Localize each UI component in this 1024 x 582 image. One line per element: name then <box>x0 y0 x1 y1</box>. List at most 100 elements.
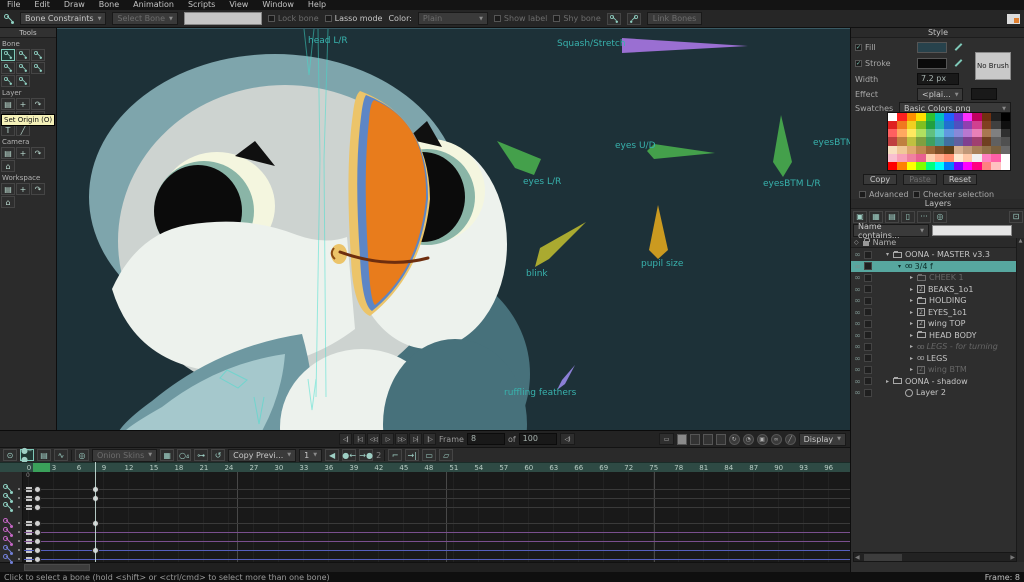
timeline-ruler[interactable]: 0369121518212427303336394245485154576063… <box>0 462 850 472</box>
palette-swatch[interactable] <box>1001 162 1010 170</box>
orbit-workspace-icon[interactable]: ⌂ <box>1 196 15 208</box>
layer-checkbox[interactable] <box>864 377 872 385</box>
current-frame-field[interactable]: 8 <box>467 433 505 445</box>
zoom-workspace-icon[interactable]: + <box>16 183 30 195</box>
keyframe[interactable] <box>34 486 41 493</box>
layer-row[interactable]: ∞▸OONA - shadow <box>851 376 1017 388</box>
advanced-checkbox[interactable]: Advanced <box>859 190 909 199</box>
layer-row[interactable]: ∞▸2wing BTM <box>851 364 1017 376</box>
palette-swatch[interactable] <box>972 113 981 121</box>
timeline-sequencer-tab-icon[interactable]: ▤ <box>37 449 51 461</box>
view-toggle-3[interactable] <box>703 434 713 445</box>
expand-arrow-icon[interactable]: ▸ <box>910 297 917 304</box>
palette-swatch[interactable] <box>916 162 925 170</box>
palette-swatch[interactable] <box>916 154 925 162</box>
layer-checkbox[interactable] <box>864 389 872 397</box>
palette-swatch[interactable] <box>916 146 925 154</box>
timeline-scrollbar[interactable] <box>0 562 850 572</box>
bone-pupil-size[interactable] <box>649 205 668 259</box>
layer-row[interactable]: ∞▾oo3/4 f <box>851 261 1017 273</box>
layer-row[interactable]: ∞▸CHEEK 1 <box>851 272 1017 284</box>
bind-layer-icon[interactable] <box>31 62 45 74</box>
add-bone-icon[interactable] <box>16 75 30 87</box>
menu-scripts[interactable]: Scripts <box>181 0 222 10</box>
palette-swatch[interactable] <box>935 146 944 154</box>
palette-swatch[interactable] <box>935 121 944 129</box>
view-toggle-2[interactable] <box>690 434 700 445</box>
rotate-workspace-icon[interactable]: ↷ <box>31 183 45 195</box>
add-layer-icon[interactable]: + <box>16 98 30 110</box>
palette-swatch[interactable] <box>1001 129 1010 137</box>
select-bone-dropdown[interactable]: Select Bone▼ <box>112 12 177 25</box>
palette-swatch[interactable] <box>972 121 981 129</box>
layer-animated-visibility-icon[interactable]: ∞ <box>851 308 864 317</box>
keyframe[interactable] <box>34 495 41 502</box>
fill-eyedropper-icon[interactable] <box>953 42 963 52</box>
palette-swatch[interactable] <box>963 129 972 137</box>
palette-swatch[interactable] <box>926 113 935 121</box>
stroke-checkbox[interactable]: ✓Stroke <box>855 59 891 68</box>
palette-swatch[interactable] <box>926 146 935 154</box>
bone-eyes-lr[interactable] <box>497 141 541 175</box>
effect-options-button[interactable] <box>971 88 997 100</box>
roll-camera-icon[interactable]: ↷ <box>31 147 45 159</box>
scrollbar-thumb[interactable] <box>24 564 90 571</box>
palette-swatch[interactable] <box>888 162 897 170</box>
copy-previous-dropdown[interactable]: Copy Previ...▼ <box>228 449 296 462</box>
end-frame-field[interactable]: 100 <box>519 433 557 445</box>
checker-selection-checkbox[interactable]: Checker selection <box>913 190 994 199</box>
jump-to-end-button[interactable]: ▷| <box>409 433 422 445</box>
palette-swatch[interactable] <box>897 146 906 154</box>
loop-icon[interactable]: ∞ <box>771 434 782 445</box>
palette-swatch[interactable] <box>897 129 906 137</box>
keyframe-frame0[interactable] <box>26 548 32 553</box>
link-bone-icon[interactable] <box>607 13 621 25</box>
key-icon[interactable]: ⊶ <box>194 449 208 461</box>
palette-swatch[interactable] <box>982 162 991 170</box>
palette-swatch[interactable] <box>991 162 1000 170</box>
copy-style-button[interactable]: Copy <box>863 174 897 185</box>
palette-swatch[interactable] <box>944 137 953 145</box>
palette-swatch[interactable] <box>954 121 963 129</box>
channel-bone-icon[interactable] <box>3 554 13 564</box>
palette-swatch[interactable] <box>944 146 953 154</box>
layer-checkbox[interactable] <box>864 320 872 328</box>
palette-swatch[interactable] <box>982 146 991 154</box>
palette-swatch[interactable] <box>907 129 916 137</box>
expand-arrow-icon[interactable]: ▸ <box>910 343 917 350</box>
bone-tool-icon[interactable] <box>4 14 14 24</box>
layer-checkbox[interactable] <box>864 297 872 305</box>
keyframe-frame0[interactable] <box>26 487 32 492</box>
keyframe-settings-icon[interactable]: ⊙ <box>3 449 17 461</box>
play-button[interactable]: ▷ <box>381 433 394 445</box>
timeline-motion-graph-tab-icon[interactable]: ∿ <box>54 449 68 461</box>
keyframe-back-icon[interactable]: ◀ <box>325 449 339 461</box>
palette-swatch[interactable] <box>935 162 944 170</box>
rotate-view-icon[interactable]: ↻ <box>729 434 740 445</box>
lasso-mode-checkbox[interactable]: Lasso mode <box>325 14 383 23</box>
palette-swatch[interactable] <box>1001 137 1010 145</box>
palette-swatch[interactable] <box>897 162 906 170</box>
palette-swatch[interactable] <box>888 146 897 154</box>
palette-swatch[interactable] <box>954 113 963 121</box>
layers-horizontal-scrollbar[interactable]: ◀▶ <box>853 552 1017 562</box>
transform-layer-icon[interactable]: ▤ <box>1 98 15 110</box>
bone-blink[interactable] <box>535 222 586 267</box>
menu-view[interactable]: View <box>222 0 255 10</box>
effect-dropdown[interactable]: <plai...▼ <box>917 88 963 101</box>
view-toggle-1[interactable] <box>677 434 687 445</box>
palette-swatch[interactable] <box>963 121 972 129</box>
layer-row[interactable]: ∞▸ooLEGS - for turning <box>851 341 1017 353</box>
layer-row[interactable]: ∞▸2EYES_1o1 <box>851 307 1017 319</box>
workspace-layout-icon[interactable] <box>1007 14 1020 24</box>
palette-swatch[interactable] <box>991 154 1000 162</box>
layer-search-icon[interactable]: ◎ <box>933 211 947 223</box>
prev-key-icon[interactable]: ●← <box>342 449 356 461</box>
layer-animated-visibility-icon[interactable]: ∞ <box>851 365 864 374</box>
timeline-tracks[interactable]: 0 <box>0 472 850 562</box>
keyframe[interactable] <box>34 504 41 511</box>
palette-swatch[interactable] <box>954 129 963 137</box>
palette-swatch[interactable] <box>907 162 916 170</box>
layer-animated-visibility-icon[interactable]: ∞ <box>851 354 864 363</box>
palette-swatch[interactable] <box>991 146 1000 154</box>
